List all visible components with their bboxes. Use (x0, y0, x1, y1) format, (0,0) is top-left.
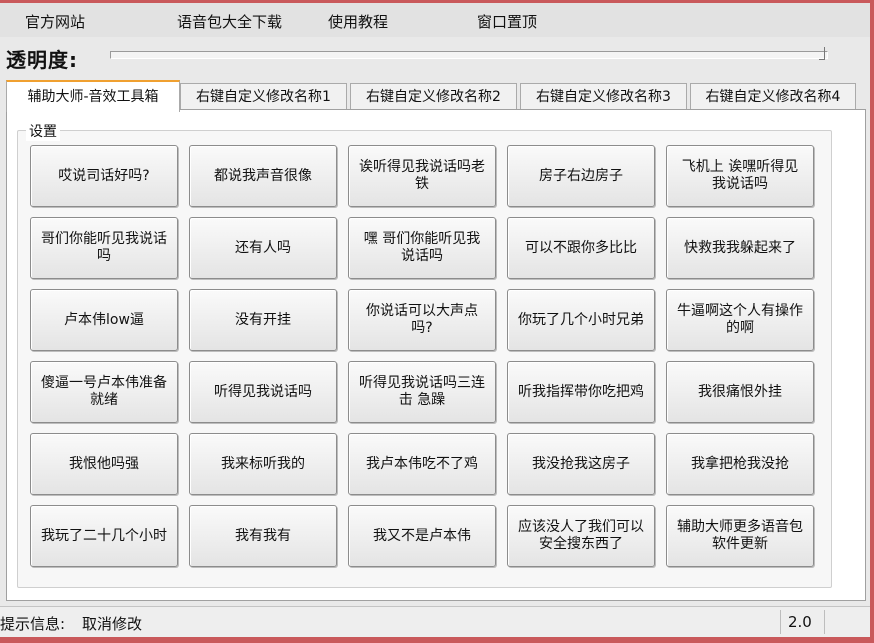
sound-button[interactable]: 听我指挥带你吃把鸡 (507, 361, 655, 423)
sound-button[interactable]: 我又不是卢本伟 (348, 505, 496, 567)
tab-panel: 设置 哎说司话好吗? 都说我声音很像 诶听得见我说话吗老铁 房子右边房子 飞机上 诶嘿听… (6, 109, 866, 601)
transparency-slider[interactable] (110, 51, 828, 59)
sound-button[interactable]: 牛逼啊这个人有操作的啊 (666, 289, 814, 351)
window-border-right (870, 0, 874, 643)
sound-button[interactable]: 我恨他吗强 (30, 433, 178, 495)
group-title: 设置 (26, 121, 60, 141)
transparency-label: 透明度: (6, 48, 78, 72)
settings-group: 设置 哎说司话好吗? 都说我声音很像 诶听得见我说话吗老铁 房子右边房子 飞机上 诶嘿听… (17, 121, 832, 588)
sound-button[interactable]: 应该没人了我们可以安全搜东西了 (507, 505, 655, 567)
menu-official-site[interactable]: 官方网站 (25, 11, 85, 32)
tab-custom-name-1[interactable]: 右键自定义修改名称1 (180, 83, 347, 110)
window-border-bottom (0, 637, 874, 643)
sound-button[interactable]: 飞机上 诶嘿听得见我说话吗 (666, 145, 814, 207)
sound-button[interactable]: 嘿 哥们你能听见我说话吗 (348, 217, 496, 279)
sound-button[interactable]: 快救我我躲起来了 (666, 217, 814, 279)
sound-button[interactable]: 听得见我说话吗 (189, 361, 337, 423)
sound-button[interactable]: 我拿把枪我没抢 (666, 433, 814, 495)
tab-custom-name-2[interactable]: 右键自定义修改名称2 (350, 83, 517, 110)
sound-button[interactable]: 我没抢我这房子 (507, 433, 655, 495)
sound-button[interactable]: 我玩了二十几个小时 (30, 505, 178, 567)
sound-button[interactable]: 可以不跟你多比比 (507, 217, 655, 279)
sound-button[interactable]: 诶听得见我说话吗老铁 (348, 145, 496, 207)
sound-button[interactable]: 卢本伟low逼 (30, 289, 178, 351)
menu-tutorial[interactable]: 使用教程 (328, 11, 388, 32)
tab-custom-name-3[interactable]: 右键自定义修改名称3 (520, 83, 687, 110)
status-message: 取消修改 (82, 615, 143, 633)
status-bar: 提示信息: 取消修改 2.0 (0, 606, 870, 638)
sound-button[interactable]: 没有开挂 (189, 289, 337, 351)
sound-button[interactable]: 都说我声音很像 (189, 145, 337, 207)
status-label: 提示信息: (0, 615, 66, 633)
sound-button[interactable]: 听得见我说话吗三连击 急躁 (348, 361, 496, 423)
menu-voice-pack-download[interactable]: 语音包大全下载 (177, 11, 282, 32)
sound-button[interactable]: 你说话可以大声点吗? (348, 289, 496, 351)
menu-window-on-top[interactable]: 窗口置顶 (477, 11, 537, 32)
tab-toolbox[interactable]: 辅助大师-音效工具箱 (6, 80, 180, 112)
sound-button[interactable]: 哥们你能听见我说话吗 (30, 217, 178, 279)
sound-button[interactable]: 我卢本伟吃不了鸡 (348, 433, 496, 495)
sound-button[interactable]: 哎说司话好吗? (30, 145, 178, 207)
sound-button[interactable]: 你玩了几个小时兄弟 (507, 289, 655, 351)
sound-button[interactable]: 我很痛恨外挂 (666, 361, 814, 423)
tab-custom-name-4[interactable]: 右键自定义修改名称4 (690, 83, 856, 110)
sound-button[interactable]: 我来标听我的 (189, 433, 337, 495)
status-divider (780, 610, 781, 634)
sound-button[interactable]: 还有人吗 (189, 217, 337, 279)
version-label: 2.0 (788, 613, 812, 631)
slider-thumb[interactable] (819, 47, 825, 60)
sound-button[interactable]: 辅助大师更多语音包软件更新 (666, 505, 814, 567)
menu-bar: 官方网站 语音包大全下载 使用教程 窗口置顶 (0, 3, 870, 37)
tab-bar: 辅助大师-音效工具箱 右键自定义修改名称1 右键自定义修改名称2 右键自定义修改… (6, 80, 866, 112)
sound-button[interactable]: 房子右边房子 (507, 145, 655, 207)
sound-button[interactable]: 我有我有 (189, 505, 337, 567)
sound-button[interactable]: 傻逼一号卢本伟准备就绪 (30, 361, 178, 423)
status-divider (824, 610, 825, 634)
